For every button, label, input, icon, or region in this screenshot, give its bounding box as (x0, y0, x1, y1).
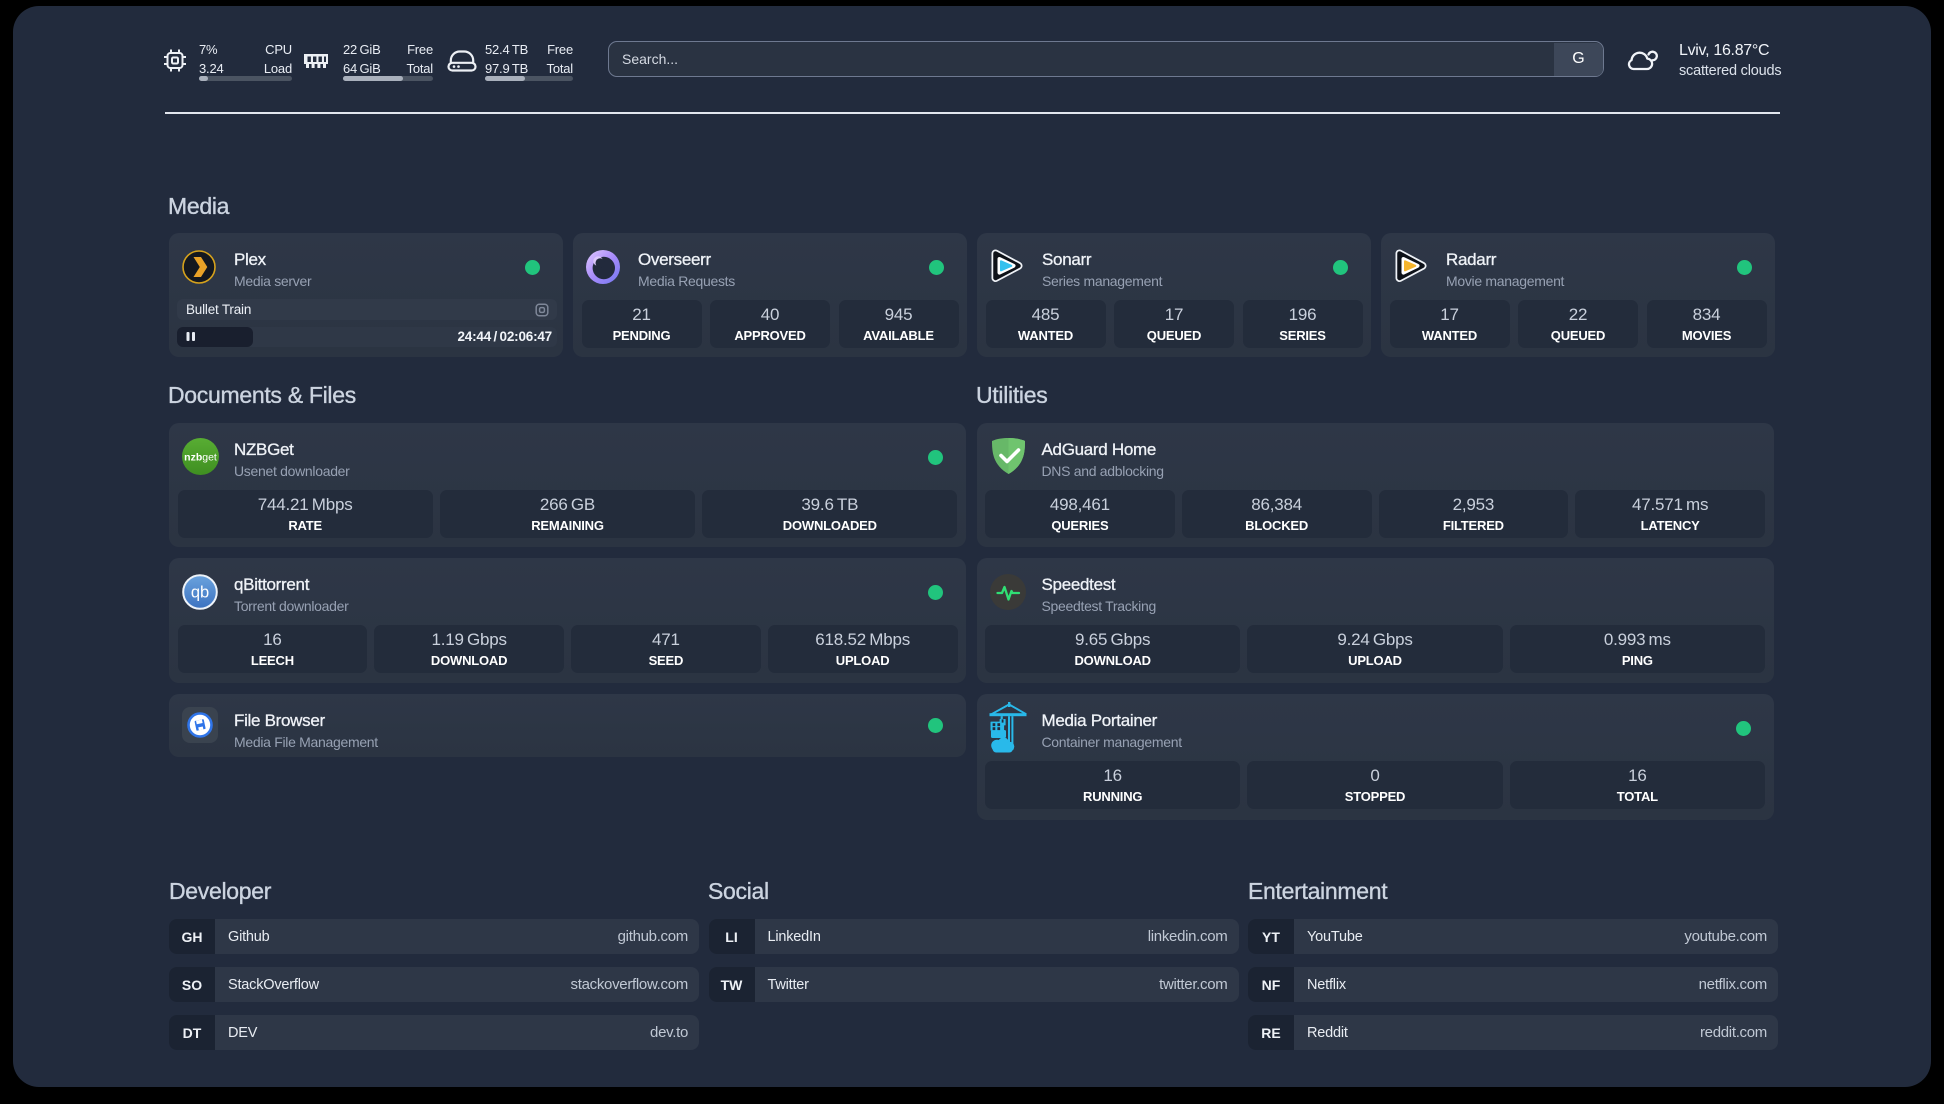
svg-text:qb: qb (191, 584, 209, 602)
svg-text:nzbget: nzbget (184, 452, 217, 464)
